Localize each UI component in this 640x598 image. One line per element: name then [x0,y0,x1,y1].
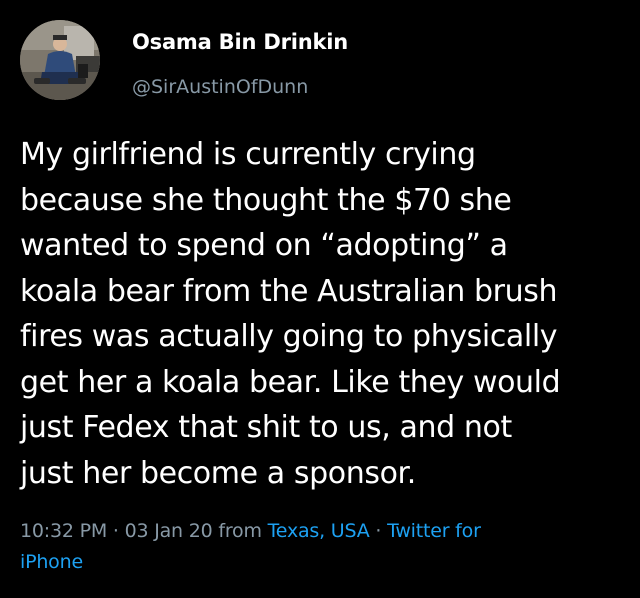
tweet-meta: 10:32 PM · 03 Jan 20 from Texas, USA · T… [20,516,620,578]
avatar[interactable] [20,20,100,100]
tweet-text-line: just Fedex that shit to us, and not [20,410,512,445]
tweet-meta-line-2: iPhone [20,547,620,578]
tweet-date[interactable]: 03 Jan 20 [125,520,213,542]
tweet-time[interactable]: 10:32 PM [20,520,107,542]
source-link-continued[interactable]: iPhone [20,551,83,573]
user-handle[interactable]: @SirAustinOfDunn [132,76,308,98]
tweet-text-line: because she thought the $70 she [20,182,512,218]
tweet-card: Osama Bin Drinkin @SirAustinOfDunn My gi… [0,0,640,598]
display-name[interactable]: Osama Bin Drinkin [132,30,348,54]
tweet-text: My girlfriend is currently crying becaus… [20,132,620,496]
tweet-text-line: My girlfriend is currently crying [20,137,476,172]
location-link[interactable]: Texas, USA [268,520,370,542]
profile-photo-icon [20,20,100,100]
tweet-text-line: get her a koala bear. Like they would [20,364,561,400]
separator: · [369,520,388,542]
tweet-text-line: just her become a sponsor. [20,455,416,491]
tweet-text-line: koala bear from the Australian brush [20,273,558,309]
separator: · [107,520,125,542]
tweet-text-line: fires was actually going to physically [20,319,558,354]
from-label: from [212,520,268,542]
tweet-text-line: wanted to spend on “adopting” a [20,228,508,263]
tweet-meta-line-1: 10:32 PM · 03 Jan 20 from Texas, USA · T… [20,516,620,547]
source-link[interactable]: Twitter for [387,520,481,542]
